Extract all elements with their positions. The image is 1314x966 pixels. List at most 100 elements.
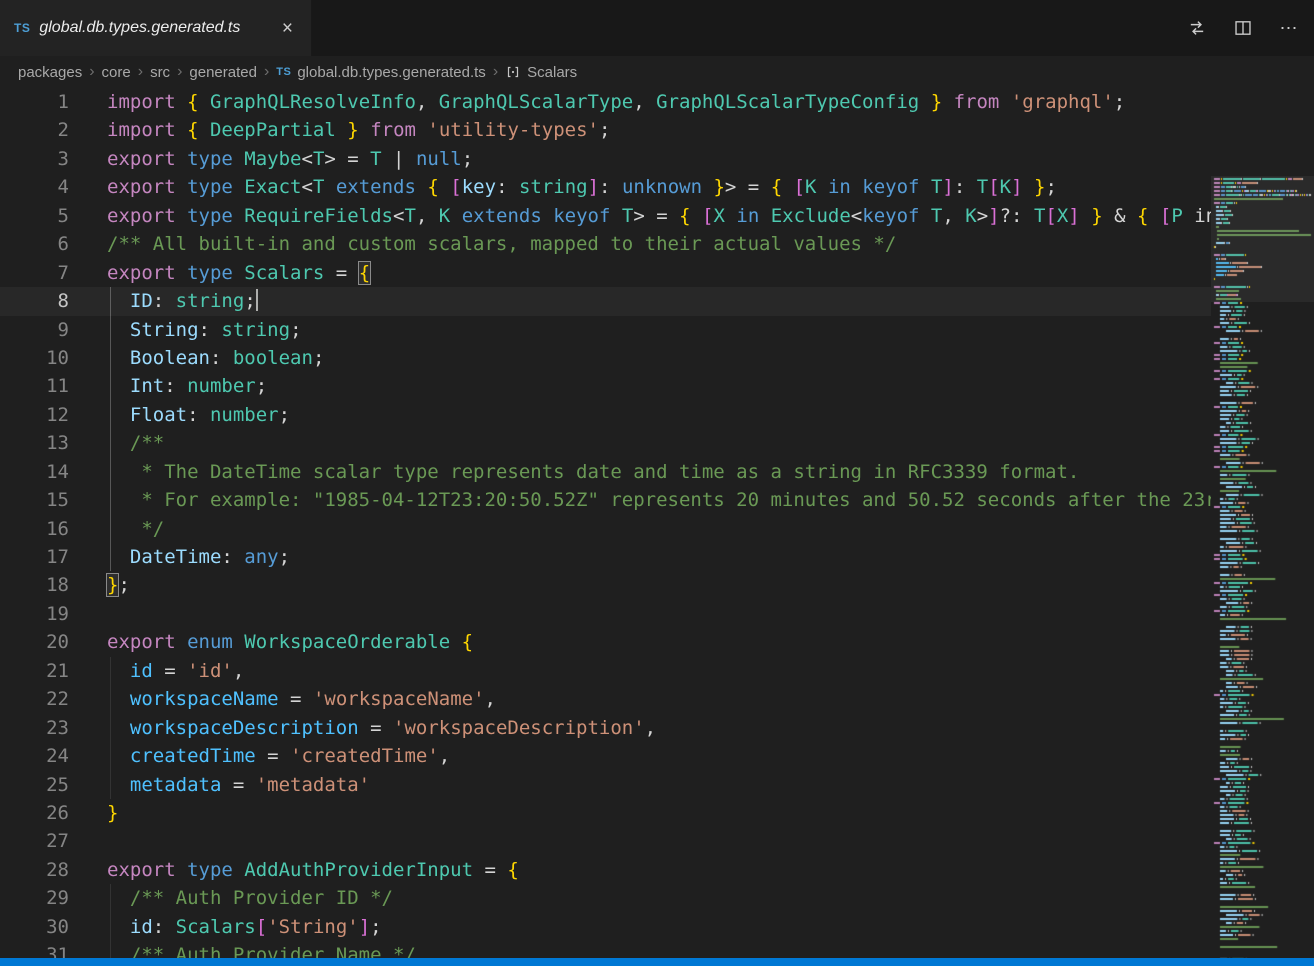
line-number: 10 xyxy=(0,344,69,372)
indent-guide xyxy=(110,316,111,344)
line-number: 9 xyxy=(0,316,69,344)
status-bar xyxy=(0,958,1314,966)
chevron-right-icon: › xyxy=(264,63,269,81)
minimap-slider[interactable] xyxy=(1211,176,1314,302)
indent-guide xyxy=(110,344,111,372)
code-line[interactable]: 6/** All built-in and custom scalars, ma… xyxy=(0,230,1314,258)
split-editor-icon[interactable] xyxy=(1234,19,1252,37)
typescript-file-icon: TS xyxy=(276,66,291,78)
line-number: 15 xyxy=(0,486,69,514)
line-number: 17 xyxy=(0,543,69,571)
line-number: 13 xyxy=(0,429,69,457)
tab-bar: TS global.db.types.generated.ts × ⋯ xyxy=(0,0,1314,56)
indent-guide xyxy=(110,486,111,514)
code-line[interactable]: 13 /** xyxy=(0,429,1314,457)
code-line[interactable]: 29 /** Auth Provider ID */ xyxy=(0,884,1314,912)
text-cursor xyxy=(256,289,258,311)
line-number: 30 xyxy=(0,913,69,941)
line-number: 21 xyxy=(0,657,69,685)
code-line[interactable]: 28export type AddAuthProviderInput = { xyxy=(0,856,1314,884)
code-line[interactable]: 15 * For example: "1985-04-12T23:20:50.5… xyxy=(0,486,1314,514)
code-line[interactable]: 17 DateTime: any; xyxy=(0,543,1314,571)
line-number: 2 xyxy=(0,116,69,144)
indent-guide xyxy=(110,372,111,400)
line-number: 18 xyxy=(0,571,69,599)
indent-guide xyxy=(110,742,111,770)
breadcrumb-file-label: global.db.types.generated.ts xyxy=(297,64,485,81)
minimap[interactable] xyxy=(1211,176,1314,966)
code-line[interactable]: 16 */ xyxy=(0,515,1314,543)
indent-guide xyxy=(110,401,111,429)
chevron-right-icon: › xyxy=(89,63,94,81)
line-number: 12 xyxy=(0,401,69,429)
code-line[interactable]: 18}; xyxy=(0,571,1314,599)
line-number: 6 xyxy=(0,230,69,258)
line-number: 20 xyxy=(0,628,69,656)
indent-guide xyxy=(110,287,111,315)
line-number: 25 xyxy=(0,771,69,799)
indent-guide xyxy=(110,458,111,486)
line-number: 27 xyxy=(0,827,69,855)
line-number: 28 xyxy=(0,856,69,884)
line-number: 24 xyxy=(0,742,69,770)
code-line[interactable]: 21 id = 'id', xyxy=(0,657,1314,685)
line-number: 16 xyxy=(0,515,69,543)
tab-title: global.db.types.generated.ts xyxy=(39,19,240,37)
indent-guide xyxy=(110,515,111,543)
breadcrumb-item-file[interactable]: TS global.db.types.generated.ts xyxy=(276,64,486,81)
code-line[interactable]: 8 ID: string; xyxy=(0,287,1314,315)
code-line[interactable]: 24 createdTime = 'createdTime', xyxy=(0,742,1314,770)
code-line[interactable]: 4export type Exact<T extends { [key: str… xyxy=(0,173,1314,201)
code-line[interactable]: 14 * The DateTime scalar type represents… xyxy=(0,458,1314,486)
indent-guide xyxy=(110,429,111,457)
breadcrumb-item-src[interactable]: src xyxy=(150,64,170,81)
chevron-right-icon: › xyxy=(177,63,182,81)
code-line[interactable]: 9 String: string; xyxy=(0,316,1314,344)
indent-guide xyxy=(110,685,111,713)
indent-guide xyxy=(110,884,111,912)
code-area[interactable]: 1import { GraphQLResolveInfo, GraphQLSca… xyxy=(0,88,1314,966)
code-line[interactable]: 25 metadata = 'metadata' xyxy=(0,771,1314,799)
symbol-object-icon xyxy=(505,64,521,80)
code-line[interactable]: 10 Boolean: boolean; xyxy=(0,344,1314,372)
line-number: 22 xyxy=(0,685,69,713)
line-number: 23 xyxy=(0,714,69,742)
line-number: 7 xyxy=(0,259,69,287)
chevron-right-icon: › xyxy=(493,63,498,81)
line-number: 3 xyxy=(0,145,69,173)
code-line[interactable]: 1import { GraphQLResolveInfo, GraphQLSca… xyxy=(0,88,1314,116)
editor-actions: ⋯ xyxy=(1188,0,1314,56)
line-number: 14 xyxy=(0,458,69,486)
breadcrumb-item-symbol[interactable]: Scalars xyxy=(505,64,577,81)
line-number: 5 xyxy=(0,202,69,230)
code-line[interactable]: 23 workspaceDescription = 'workspaceDesc… xyxy=(0,714,1314,742)
indent-guide xyxy=(110,657,111,685)
code-line[interactable]: 7export type Scalars = { xyxy=(0,259,1314,287)
code-line[interactable]: 19 xyxy=(0,600,1314,628)
code-line[interactable]: 20export enum WorkspaceOrderable { xyxy=(0,628,1314,656)
code-line[interactable]: 11 Int: number; xyxy=(0,372,1314,400)
code-line[interactable]: 26} xyxy=(0,799,1314,827)
code-line[interactable]: 22 workspaceName = 'workspaceName', xyxy=(0,685,1314,713)
breadcrumb-symbol-label: Scalars xyxy=(527,64,577,81)
tab-global-db-types[interactable]: TS global.db.types.generated.ts × xyxy=(0,0,312,56)
indent-guide xyxy=(110,543,111,571)
code-line[interactable]: 3export type Maybe<T> = T | null; xyxy=(0,145,1314,173)
code-line[interactable]: 2import { DeepPartial } from 'utility-ty… xyxy=(0,116,1314,144)
editor[interactable]: 1import { GraphQLResolveInfo, GraphQLSca… xyxy=(0,88,1314,966)
breadcrumb-item-generated[interactable]: generated xyxy=(189,64,257,81)
code-line[interactable]: 27 xyxy=(0,827,1314,855)
line-number: 1 xyxy=(0,88,69,116)
breadcrumb-item-packages[interactable]: packages xyxy=(18,64,82,81)
indent-guide xyxy=(110,714,111,742)
typescript-file-icon: TS xyxy=(14,21,30,35)
close-icon[interactable]: × xyxy=(278,17,297,40)
indent-guide xyxy=(110,771,111,799)
breadcrumb-item-core[interactable]: core xyxy=(102,64,131,81)
code-line[interactable]: 12 Float: number; xyxy=(0,401,1314,429)
code-line[interactable]: 30 id: Scalars['String']; xyxy=(0,913,1314,941)
more-actions-icon[interactable]: ⋯ xyxy=(1280,19,1298,37)
line-number: 11 xyxy=(0,372,69,400)
open-changes-icon[interactable] xyxy=(1188,19,1206,37)
code-line[interactable]: 5export type RequireFields<T, K extends … xyxy=(0,202,1314,230)
